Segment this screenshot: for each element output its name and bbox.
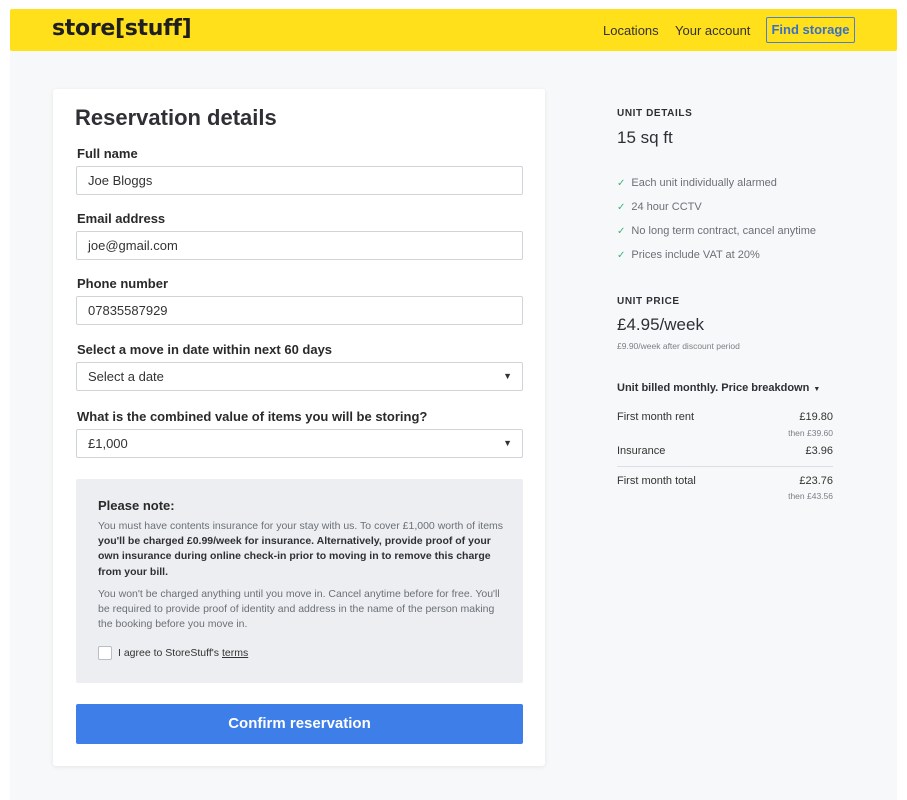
check-icon: ✓ [617,226,626,237]
find-storage-button[interactable]: Find storage [766,17,855,43]
unit-details-heading: UNIT DETAILS [617,108,693,119]
insurance-paragraph: You must have contents insurance for you… [98,519,506,580]
confirm-reservation-button[interactable]: Confirm reservation [76,704,523,744]
check-icon: ✓ [617,178,626,189]
total-label: First month total [617,475,696,487]
logo[interactable]: store[stuff] [52,16,192,41]
check-icon: ✓ [617,250,626,261]
items-value-select[interactable]: £1,000 ▼ [76,429,523,458]
nav-account-link[interactable]: Your account [675,23,750,38]
insurance-text: You must have contents insurance for you… [98,520,504,532]
rent-label: First month rent [617,411,695,423]
email-input[interactable]: joe@gmail.com [76,231,523,260]
reservation-card: Reservation details Full name Joe Bloggs… [53,89,545,766]
rent-then: then £39.60 [788,428,833,438]
items-value-label: What is the combined value of items you … [77,409,428,424]
charges-paragraph: You won't be charged anything until you … [98,588,500,631]
unit-price-heading: UNIT PRICE [617,296,680,307]
terms-link[interactable]: terms [222,647,248,659]
feature-item: ✓ Prices include VAT at 20% [617,249,760,261]
insurance-bold-text: you'll be charged £0.99/week for insuran… [98,535,491,578]
nav-locations-link[interactable]: Locations [603,23,659,38]
note-title: Please note: [98,498,175,513]
full-name-label: Full name [77,146,138,161]
total-divider [617,466,833,467]
rent-value: £19.80 [799,411,833,423]
feature-text: Prices include VAT at 20% [631,249,760,261]
total-then: then £43.56 [788,491,833,501]
page-title: Reservation details [75,105,277,130]
check-icon: ✓ [617,202,626,213]
top-header: store[stuff] Locations Your account Find… [10,9,897,51]
feature-item: ✓ Each unit individually alarmed [617,177,777,189]
feature-item: ✓ 24 hour CCTV [617,201,702,213]
insurance-value: £3.96 [805,445,833,457]
items-value-selected: £1,000 [88,436,128,451]
move-in-date-label: Select a move in date within next 60 day… [77,342,333,357]
move-in-date-select[interactable]: Select a date ▼ [76,362,523,391]
unit-price: £4.95/week [617,315,704,334]
full-name-input[interactable]: Joe Bloggs [76,166,523,195]
agree-checkbox[interactable] [98,646,112,660]
move-in-date-value: Select a date [88,369,164,384]
feature-text: 24 hour CCTV [631,201,702,213]
insurance-label: Insurance [617,445,666,457]
feature-text: Each unit individually alarmed [631,177,777,189]
phone-input[interactable]: 07835587929 [76,296,523,325]
unit-size: 15 sq ft [617,128,673,147]
breakdown-label: Unit billed monthly. Price breakdown [617,382,810,394]
feature-item: ✓ No long term contract, cancel anytime [617,225,816,237]
agree-label: I agree to StoreStuff's terms [118,647,248,659]
caret-down-icon: ▼ [813,386,821,393]
caret-down-icon: ▼ [503,371,512,381]
feature-text: No long term contract, cancel anytime [631,225,817,237]
insurance-note: Please note: You must have contents insu… [76,479,523,683]
caret-down-icon: ▼ [503,438,512,448]
price-breakdown-toggle[interactable]: Unit billed monthly. Price breakdown ▼ [617,382,820,394]
agree-text: I agree to StoreStuff's [118,647,222,659]
phone-label: Phone number [77,276,169,291]
price-note: £9.90/week after discount period [617,341,740,351]
email-label: Email address [77,211,166,226]
total-value: £23.76 [799,475,833,487]
